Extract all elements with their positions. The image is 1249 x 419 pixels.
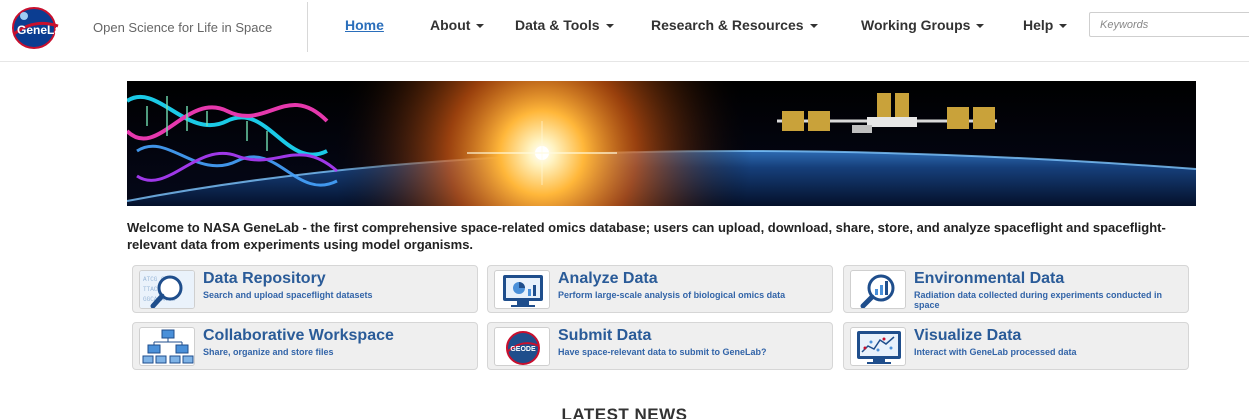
chevron-down-icon (1059, 24, 1068, 29)
card-title: Visualize Data (914, 327, 1022, 344)
nav-research-resources[interactable]: Research & Resources (651, 17, 818, 33)
nav-about[interactable]: About (430, 17, 485, 33)
search-input[interactable] (1089, 12, 1249, 37)
card-title: Collaborative Workspace (203, 327, 394, 344)
nav-data-tools[interactable]: Data & Tools (515, 17, 614, 33)
card-analyze-data[interactable]: Analyze Data Perform large-scale analysi… (487, 265, 833, 313)
card-description: Search and upload spaceflight datasets (203, 290, 373, 300)
card-title: Analyze Data (558, 270, 658, 287)
chevron-down-icon (809, 24, 818, 29)
card-description: Radiation data collected during experime… (914, 290, 1163, 310)
card-data-repository[interactable]: ATCG GCTA TTAC CGAT GGCA ATTC Data Repos… (132, 265, 478, 313)
nav-divider (307, 2, 308, 52)
monitor-chart-icon (494, 270, 550, 309)
logo-text: GeneLab (17, 23, 68, 37)
genelab-logo[interactable]: GeneLab (12, 4, 88, 50)
magnifier-chart-icon (850, 270, 906, 309)
nav-data-tools-label: Data & Tools (515, 17, 600, 33)
chevron-down-icon (605, 24, 614, 29)
hero-banner (127, 81, 1196, 206)
nav-research-resources-label: Research & Resources (651, 17, 804, 33)
chevron-down-icon (976, 24, 985, 29)
card-description: Interact with GeneLab processed data (914, 347, 1077, 357)
nav-help-label: Help (1023, 17, 1054, 33)
card-title: Data Repository (203, 270, 326, 287)
nav-working-groups-label: Working Groups (861, 17, 971, 33)
top-navbar: GeneLab Open Science for Life in Space H… (0, 0, 1249, 62)
site-tagline: Open Science for Life in Space (93, 20, 273, 35)
welcome-text: Welcome to NASA GeneLab - the first comp… (127, 220, 1166, 252)
card-submit-data[interactable]: GEODE Submit Data Have space-relevant da… (487, 322, 833, 370)
geode-icon: GEODE (494, 327, 550, 366)
nav-help[interactable]: Help (1023, 17, 1068, 33)
card-title: Environmental Data (914, 270, 1065, 287)
card-description: Have space-relevant data to submit to Ge… (558, 347, 767, 357)
nav-home[interactable]: Home (345, 17, 384, 33)
nav-about-label: About (430, 17, 471, 33)
network-tree-icon (139, 327, 195, 366)
card-environmental-data[interactable]: Environmental Data Radiation data collec… (843, 265, 1189, 313)
card-visualize-data[interactable]: Visualize Data Interact with GeneLab pro… (843, 322, 1189, 370)
nav-working-groups[interactable]: Working Groups (861, 17, 985, 33)
card-description: Share, organize and store files (203, 347, 334, 357)
scatter-monitor-icon (850, 327, 906, 366)
card-description: Perform large-scale analysis of biologic… (558, 290, 786, 300)
nav-home-label: Home (345, 17, 384, 33)
earth-sunrise-iss-image (127, 81, 1196, 206)
magnifier-icon: ATCG GCTA TTAC CGAT GGCA ATTC (139, 270, 195, 309)
card-collaborative-workspace[interactable]: Collaborative Workspace Share, organize … (132, 322, 478, 370)
svg-text:GEODE: GEODE (510, 346, 536, 353)
card-title: Submit Data (558, 327, 652, 344)
latest-news-heading: LATEST NEWS (561, 405, 688, 419)
chevron-down-icon (476, 24, 485, 29)
